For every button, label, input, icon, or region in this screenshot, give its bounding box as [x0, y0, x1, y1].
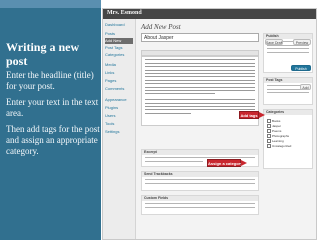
permalink-line [141, 44, 259, 48]
sidebar-item-categories[interactable]: Categories [105, 52, 133, 58]
category-item[interactable]: Learning [267, 139, 284, 143]
category-item[interactable]: Uncategorized [267, 144, 291, 148]
sidebar-item-post-tags[interactable]: Post Tags [105, 45, 133, 51]
instruction-3: Then add tags for the post and assign an… [6, 124, 100, 156]
sidebar-item-dashboard[interactable]: Dashboard [105, 22, 133, 28]
category-item[interactable]: Poems [267, 129, 281, 133]
slide-heading: Writing a new post [6, 40, 80, 68]
sidebar-item-settings[interactable]: Settings [105, 129, 133, 135]
slide: Writing a new post Enter the headline (t… [0, 0, 320, 240]
sidebar-item-pages[interactable]: Pages [105, 78, 133, 84]
excerpt-title: Excerpt [142, 150, 258, 155]
save-draft-button[interactable]: Save Draft [265, 39, 283, 45]
page-title: Add New Post [141, 23, 181, 31]
instruction-1: Enter the headline (title) for your post… [6, 70, 94, 91]
sidebar-item-media[interactable]: Media [105, 62, 133, 68]
add-tags-arrow [259, 112, 265, 118]
sidebar-item-add-new[interactable]: Add New [105, 38, 133, 44]
sidebar-item-plugins[interactable]: Plugins [105, 105, 133, 111]
category-item[interactable]: Jasper [267, 124, 281, 128]
wp-admin-header: Mrs. Esmond [103, 9, 316, 19]
publish-button[interactable]: Publish [291, 65, 311, 71]
categories-box: Categories Books Jasper Poems Photograph… [263, 109, 313, 169]
category-item[interactable]: Books [267, 119, 280, 123]
trackbacks-box: Send Trackbacks [141, 171, 259, 191]
left-panel: Writing a new post Enter the headline (t… [0, 0, 101, 240]
custom-fields-title: Custom Fields [142, 196, 258, 201]
accent-bar [0, 0, 101, 8]
sidebar-item-users[interactable]: Users [105, 113, 133, 119]
sidebar-item-appearance[interactable]: Appearance [105, 97, 133, 103]
sidebar-item-posts[interactable]: Posts [105, 31, 133, 37]
categories-title: Categories [264, 110, 312, 115]
sidebar-item-links[interactable]: Links [105, 70, 133, 76]
add-tags-callout: Add tags [239, 111, 259, 119]
sidebar-item-comments[interactable]: Comments [105, 86, 133, 92]
assign-category-arrow [241, 160, 247, 166]
admin-sidebar: Dashboard Posts Add New Post Tags Catego… [103, 19, 136, 239]
add-tag-button[interactable]: Add [300, 84, 311, 90]
post-title-input[interactable]: About Jasper [141, 33, 259, 42]
preview-button[interactable]: Preview [293, 39, 311, 45]
site-title[interactable]: Mrs. Esmond [107, 10, 142, 16]
category-item[interactable]: Photographs [267, 134, 289, 138]
sidebar-item-tools[interactable]: Tools [105, 121, 133, 127]
instruction-2: Enter your text in the text area. [6, 97, 99, 118]
post-tags-box: Post Tags [263, 77, 313, 105]
trackbacks-title: Send Trackbacks [142, 172, 258, 177]
assign-category-callout: Assign a category [207, 159, 243, 167]
post-tags-title: Post Tags [264, 78, 312, 83]
wordpress-screenshot: Mrs. Esmond Dashboard Posts Add New Post… [102, 8, 317, 240]
custom-fields-box: Custom Fields [141, 195, 259, 215]
